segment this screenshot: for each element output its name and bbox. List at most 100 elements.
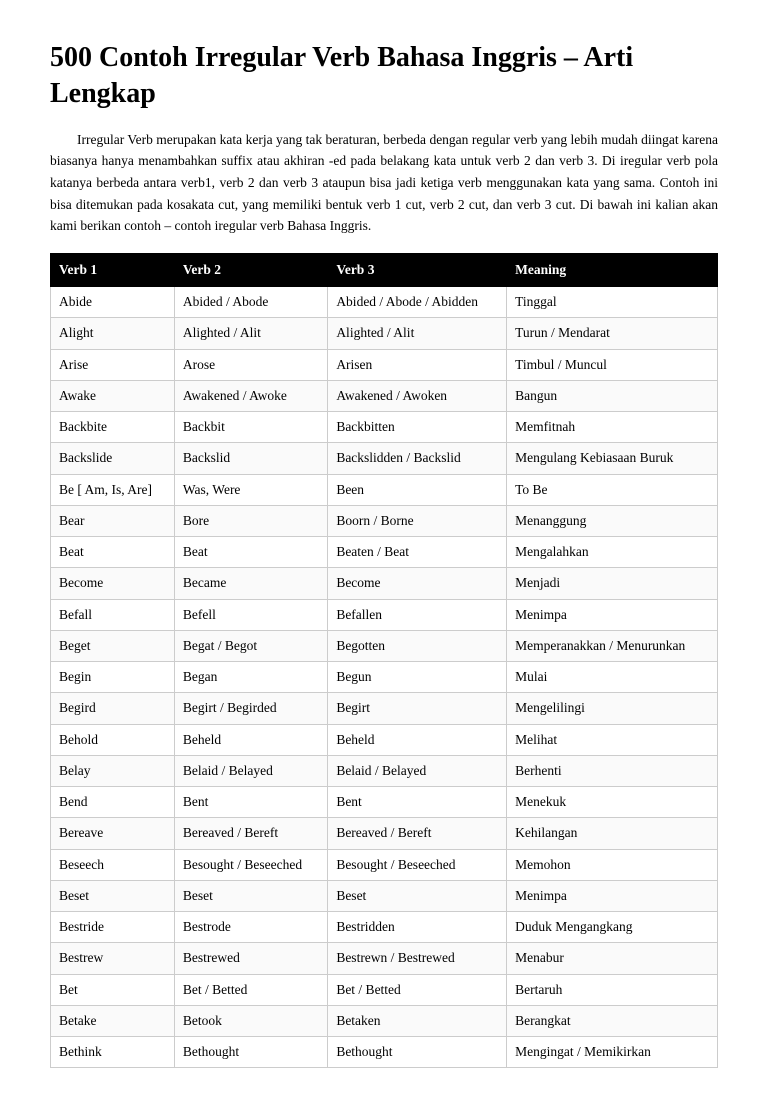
table-row: BetBet / BettedBet / BettedBertaruh bbox=[51, 974, 718, 1005]
table-cell: Betook bbox=[174, 1005, 327, 1036]
table-cell: Bent bbox=[328, 787, 507, 818]
table-cell: Bereaved / Bereft bbox=[328, 818, 507, 849]
page-title: 500 Contoh Irregular Verb Bahasa Inggris… bbox=[50, 40, 718, 113]
table-cell: Beheld bbox=[328, 724, 507, 755]
table-cell: Bet / Betted bbox=[174, 974, 327, 1005]
table-cell: Begirt bbox=[328, 693, 507, 724]
table-cell: Backslidden / Backslid bbox=[328, 443, 507, 474]
table-header-row: Verb 1 Verb 2 Verb 3 Meaning bbox=[51, 253, 718, 286]
table-cell: Alighted / Alit bbox=[328, 318, 507, 349]
table-cell: Besought / Beseeched bbox=[328, 849, 507, 880]
table-cell: Mulai bbox=[507, 662, 718, 693]
table-cell: Bestride bbox=[51, 912, 175, 943]
irregular-verb-table: Verb 1 Verb 2 Verb 3 Meaning AbideAbided… bbox=[50, 253, 718, 1069]
table-row: BendBentBentMenekuk bbox=[51, 787, 718, 818]
table-cell: Tinggal bbox=[507, 287, 718, 318]
table-cell: Awakened / Awoken bbox=[328, 380, 507, 411]
table-row: BeatBeatBeaten / BeatMengalahkan bbox=[51, 537, 718, 568]
table-row: Be [ Am, Is, Are]Was, WereBeenTo Be bbox=[51, 474, 718, 505]
table-row: AbideAbided / AbodeAbided / Abode / Abid… bbox=[51, 287, 718, 318]
table-cell: Bethought bbox=[328, 1037, 507, 1068]
table-row: AwakeAwakened / AwokeAwakened / AwokenBa… bbox=[51, 380, 718, 411]
table-cell: Bethought bbox=[174, 1037, 327, 1068]
table-cell: To Be bbox=[507, 474, 718, 505]
intro-paragraph: Irregular Verb merupakan kata kerja yang… bbox=[50, 129, 718, 237]
table-cell: Menjadi bbox=[507, 568, 718, 599]
table-cell: Become bbox=[328, 568, 507, 599]
table-row: BackbiteBackbitBackbittenMemfitnah bbox=[51, 412, 718, 443]
table-cell: Backbit bbox=[174, 412, 327, 443]
table-cell: Menanggung bbox=[507, 505, 718, 536]
table-cell: Belaid / Belayed bbox=[174, 755, 327, 786]
table-cell: Betaken bbox=[328, 1005, 507, 1036]
table-cell: Befallen bbox=[328, 599, 507, 630]
table-cell: Befell bbox=[174, 599, 327, 630]
table-row: BestrideBestrodeBestriddenDuduk Mengangk… bbox=[51, 912, 718, 943]
table-cell: Bet / Betted bbox=[328, 974, 507, 1005]
table-cell: Berangkat bbox=[507, 1005, 718, 1036]
table-row: BethinkBethoughtBethoughtMengingat / Mem… bbox=[51, 1037, 718, 1068]
table-cell: Bent bbox=[174, 787, 327, 818]
table-cell: Arise bbox=[51, 349, 175, 380]
table-cell: Bestrew bbox=[51, 943, 175, 974]
table-row: BesetBesetBesetMenimpa bbox=[51, 880, 718, 911]
table-cell: Begun bbox=[328, 662, 507, 693]
table-cell: Bend bbox=[51, 787, 175, 818]
table-cell: Menekuk bbox=[507, 787, 718, 818]
table-cell: Bestrode bbox=[174, 912, 327, 943]
table-cell: Awake bbox=[51, 380, 175, 411]
table-cell: Alight bbox=[51, 318, 175, 349]
col-header-verb1: Verb 1 bbox=[51, 253, 175, 286]
table-cell: Memperanakkan / Menurunkan bbox=[507, 630, 718, 661]
table-cell: Arose bbox=[174, 349, 327, 380]
table-cell: Memfitnah bbox=[507, 412, 718, 443]
table-cell: Menimpa bbox=[507, 599, 718, 630]
table-cell: Mengingat / Memikirkan bbox=[507, 1037, 718, 1068]
table-cell: Boorn / Borne bbox=[328, 505, 507, 536]
table-cell: Backslide bbox=[51, 443, 175, 474]
table-cell: Turun / Mendarat bbox=[507, 318, 718, 349]
table-cell: Belaid / Belayed bbox=[328, 755, 507, 786]
table-cell: Beset bbox=[174, 880, 327, 911]
table-row: BackslideBackslidBackslidden / BackslidM… bbox=[51, 443, 718, 474]
table-cell: Memohon bbox=[507, 849, 718, 880]
table-cell: Besought / Beseeched bbox=[174, 849, 327, 880]
table-cell: Be [ Am, Is, Are] bbox=[51, 474, 175, 505]
table-row: AlightAlighted / AlitAlighted / AlitTuru… bbox=[51, 318, 718, 349]
table-cell: Backslid bbox=[174, 443, 327, 474]
table-cell: Been bbox=[328, 474, 507, 505]
col-header-verb2: Verb 2 bbox=[174, 253, 327, 286]
table-row: BelayBelaid / BelayedBelaid / BelayedBer… bbox=[51, 755, 718, 786]
table-cell: Bereaved / Bereft bbox=[174, 818, 327, 849]
table-cell: Beat bbox=[51, 537, 175, 568]
table-row: BeseechBesought / BeseechedBesought / Be… bbox=[51, 849, 718, 880]
table-row: BegirdBegirt / BegirdedBegirtMengeliling… bbox=[51, 693, 718, 724]
table-cell: Awakened / Awoke bbox=[174, 380, 327, 411]
table-row: BefallBefellBefallenMenimpa bbox=[51, 599, 718, 630]
table-row: BearBoreBoorn / BorneMenanggung bbox=[51, 505, 718, 536]
table-cell: Abided / Abode bbox=[174, 287, 327, 318]
table-row: BeholdBeheldBeheldMelihat bbox=[51, 724, 718, 755]
table-cell: Mengalahkan bbox=[507, 537, 718, 568]
table-cell: Belay bbox=[51, 755, 175, 786]
table-cell: Backbitten bbox=[328, 412, 507, 443]
table-cell: Abide bbox=[51, 287, 175, 318]
table-cell: Bestrewed bbox=[174, 943, 327, 974]
table-cell: Bestridden bbox=[328, 912, 507, 943]
table-cell: Behold bbox=[51, 724, 175, 755]
table-cell: Bet bbox=[51, 974, 175, 1005]
table-cell: Timbul / Muncul bbox=[507, 349, 718, 380]
table-cell: Begirt / Begirded bbox=[174, 693, 327, 724]
table-cell: Become bbox=[51, 568, 175, 599]
table-cell: Berhenti bbox=[507, 755, 718, 786]
table-row: BecomeBecameBecomeMenjadi bbox=[51, 568, 718, 599]
table-cell: Bear bbox=[51, 505, 175, 536]
table-cell: Betake bbox=[51, 1005, 175, 1036]
table-cell: Began bbox=[174, 662, 327, 693]
table-cell: Befall bbox=[51, 599, 175, 630]
table-row: BeginBeganBegunMulai bbox=[51, 662, 718, 693]
table-cell: Begat / Begot bbox=[174, 630, 327, 661]
table-cell: Menabur bbox=[507, 943, 718, 974]
table-cell: Bangun bbox=[507, 380, 718, 411]
table-cell: Beat bbox=[174, 537, 327, 568]
